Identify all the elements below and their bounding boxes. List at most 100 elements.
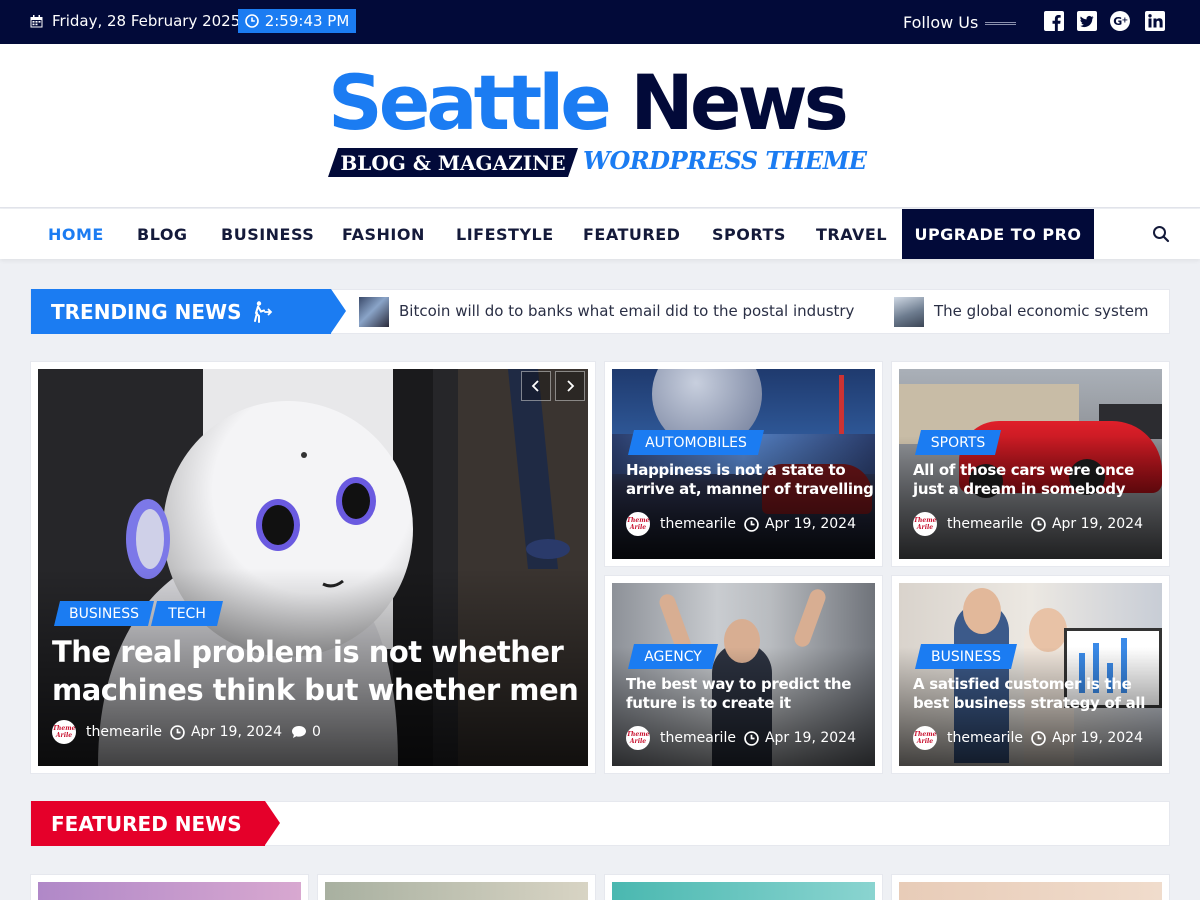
trending-thumbnail[interactable]: [894, 297, 924, 327]
featured-post-card[interactable]: [317, 874, 596, 900]
post-image[interactable]: AGENCY The best way to predict the futur…: [612, 583, 875, 766]
post-image[interactable]: BUSINESS A satisfied customer is the bes…: [899, 583, 1162, 766]
category-badge[interactable]: BUSINESS: [915, 644, 1017, 669]
avatar-text: Theme Arile: [626, 517, 650, 531]
nav-item-featured[interactable]: FEATURED: [583, 209, 680, 259]
post-image[interactable]: [612, 882, 875, 900]
main-post-title-line-2: machines think but whether men: [52, 673, 579, 707]
post-meta: Theme Arile themearile Apr 19, 2024: [626, 512, 856, 536]
comment-icon: [291, 726, 306, 738]
main-post-title[interactable]: The real problem is not whether machines…: [52, 633, 579, 709]
post-meta: Theme Arile themearile Apr 19, 2024: [913, 512, 1143, 536]
linkedin-icon[interactable]: [1145, 11, 1165, 31]
post-meta: Theme Arile themearile Apr 19, 2024 0: [52, 720, 321, 744]
post-image[interactable]: [899, 882, 1162, 900]
post-title-line-2: arrive at, manner of travelling: [626, 480, 874, 498]
author-avatar[interactable]: Theme Arile: [913, 512, 937, 536]
trending-item-1[interactable]: Bitcoin will do to banks what email did …: [399, 302, 854, 320]
nav-item-lifestyle[interactable]: LIFESTYLE: [456, 209, 554, 259]
comment-count[interactable]: 0: [312, 724, 321, 740]
nav-item-fashion[interactable]: FASHION: [342, 209, 425, 259]
walking-person-icon: [254, 300, 273, 323]
svg-text:+: +: [1122, 16, 1129, 25]
category-badge[interactable]: AGENCY: [628, 644, 718, 669]
nav-item-home[interactable]: HOME: [48, 209, 104, 259]
post-title[interactable]: The best way to predict the future is to…: [626, 675, 851, 713]
author-avatar[interactable]: Theme Arile: [913, 726, 937, 750]
twitter-icon[interactable]: [1077, 11, 1097, 31]
side-post-card[interactable]: SPORTS All of those cars were once just …: [891, 361, 1170, 567]
logo-word-1: Seattle: [328, 58, 612, 147]
site-logo[interactable]: Seattle News: [328, 58, 849, 148]
site-header: Seattle News BLOG & MAGAZINE WORDPRESS T…: [0, 44, 1200, 208]
category-badge[interactable]: AUTOMOBILES: [628, 430, 764, 455]
post-title-line-2: best business strategy of all: [913, 694, 1146, 712]
featured-post-card[interactable]: [604, 874, 883, 900]
side-post-card[interactable]: BUSINESS A satisfied customer is the bes…: [891, 575, 1170, 774]
clock-icon: [1031, 516, 1046, 532]
nav-item-blog[interactable]: BLOG: [137, 209, 188, 259]
top-bar: Friday, 28 February 2025 2:59:43 PM Foll…: [0, 0, 1200, 44]
post-meta: Theme Arile themearile Apr 19, 2024: [913, 726, 1143, 750]
featured-post-card[interactable]: [891, 874, 1170, 900]
post-date[interactable]: Apr 19, 2024: [765, 516, 856, 532]
post-title-line-1: All of those cars were once: [913, 461, 1134, 479]
google-plus-icon[interactable]: G +: [1110, 11, 1130, 31]
trending-news-ticker: TRENDING NEWS Bitcoin will do to banks w…: [30, 289, 1170, 334]
category-badge-business[interactable]: BUSINESS: [54, 601, 154, 626]
nav-item-travel[interactable]: TRAVEL: [816, 209, 887, 259]
featured-post-card[interactable]: [30, 874, 309, 900]
avatar-text: Theme Arile: [626, 731, 650, 745]
main-navigation: HOME BLOG BUSINESS FASHION LIFESTYLE FEA…: [0, 209, 1200, 259]
author-avatar[interactable]: Theme Arile: [626, 512, 650, 536]
main-post-card[interactable]: BUSINESS TECH The real problem is not wh…: [30, 361, 596, 774]
chevron-left-icon: [531, 380, 539, 392]
main-post-title-line-1: The real problem is not whether: [52, 635, 564, 669]
author-name[interactable]: themearile: [86, 724, 162, 740]
author-name[interactable]: themearile: [947, 730, 1023, 746]
post-title-line-2: just a dream in somebody: [913, 480, 1126, 498]
category-badge-tech[interactable]: TECH: [151, 601, 223, 626]
author-avatar[interactable]: Theme Arile: [52, 720, 76, 744]
side-post-card[interactable]: AUTOMOBILES Happiness is not a state to …: [604, 361, 883, 567]
date-display: Friday, 28 February 2025: [30, 10, 240, 32]
divider: [985, 22, 1016, 25]
post-title[interactable]: Happiness is not a state to arrive at, m…: [626, 461, 874, 499]
trending-item-2[interactable]: The global economic system: [934, 302, 1149, 320]
next-slide-button[interactable]: [555, 371, 585, 401]
post-image[interactable]: [38, 882, 301, 900]
nav-item-business[interactable]: BUSINESS: [221, 209, 314, 259]
post-date[interactable]: Apr 19, 2024: [765, 730, 856, 746]
post-date[interactable]: Apr 19, 2024: [1052, 516, 1143, 532]
side-post-card[interactable]: AGENCY The best way to predict the futur…: [604, 575, 883, 774]
nav-item-sports[interactable]: SPORTS: [712, 209, 786, 259]
category-badge[interactable]: SPORTS: [915, 430, 1001, 455]
clock-icon: [1031, 730, 1046, 746]
search-icon[interactable]: [1152, 225, 1170, 243]
follow-us-label: Follow Us: [903, 13, 979, 32]
post-title[interactable]: A satisfied customer is the best busines…: [913, 675, 1145, 713]
trending-thumbnail[interactable]: [359, 297, 389, 327]
post-date[interactable]: Apr 19, 2024: [191, 724, 282, 740]
author-avatar[interactable]: Theme Arile: [626, 726, 650, 750]
main-post-image[interactable]: BUSINESS TECH The real problem is not wh…: [38, 369, 588, 766]
post-title-line-1: Happiness is not a state to: [626, 461, 846, 479]
post-title[interactable]: All of those cars were once just a dream…: [913, 461, 1134, 499]
post-image[interactable]: [325, 882, 588, 900]
author-name[interactable]: themearile: [660, 730, 736, 746]
trending-title: TRENDING NEWS: [51, 299, 242, 324]
avatar-text: Theme Arile: [913, 517, 937, 531]
post-date[interactable]: Apr 19, 2024: [1052, 730, 1143, 746]
facebook-icon[interactable]: [1044, 11, 1064, 31]
previous-slide-button[interactable]: [521, 371, 551, 401]
calendar-icon: [30, 14, 43, 27]
featured-news-label: FEATURED NEWS: [31, 801, 280, 846]
post-image[interactable]: SPORTS All of those cars were once just …: [899, 369, 1162, 559]
author-name[interactable]: themearile: [660, 516, 736, 532]
upgrade-to-pro-button[interactable]: UPGRADE TO PRO: [902, 209, 1094, 259]
time-text: 2:59:43 PM: [264, 12, 350, 30]
logo-tagline-primary: BLOG & MAGAZINE: [328, 148, 578, 177]
post-image[interactable]: AUTOMOBILES Happiness is not a state to …: [612, 369, 875, 559]
author-name[interactable]: themearile: [947, 516, 1023, 532]
featured-news-section-header: FEATURED NEWS: [30, 801, 1170, 846]
